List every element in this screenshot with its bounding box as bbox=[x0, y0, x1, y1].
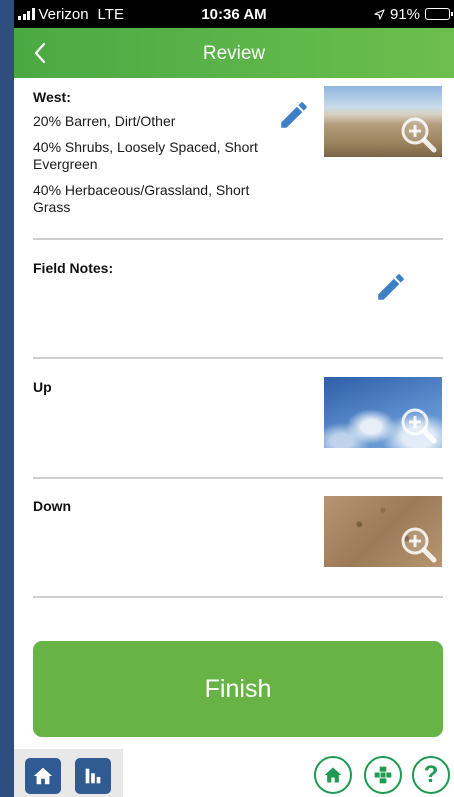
west-line-3: 40% Herbaceous/Grassland, Short Grass bbox=[33, 182, 250, 215]
status-right: 91% bbox=[374, 5, 453, 23]
bottom-toolbar-left bbox=[14, 749, 123, 797]
status-bar: Verizon LTE 10:36 AM 91% bbox=[14, 0, 454, 28]
pencil-icon bbox=[281, 102, 307, 128]
edit-field-notes-button[interactable] bbox=[374, 270, 408, 304]
zoom-in-icon bbox=[401, 527, 437, 563]
zoom-in-icon bbox=[401, 408, 437, 444]
home-icon bbox=[33, 767, 53, 785]
edit-west-button[interactable] bbox=[277, 98, 311, 132]
up-photo-thumbnail[interactable] bbox=[324, 377, 442, 448]
west-photo-thumbnail[interactable] bbox=[324, 86, 442, 157]
grid-icon bbox=[374, 766, 392, 784]
home-icon bbox=[324, 767, 342, 783]
battery-icon bbox=[425, 8, 453, 20]
page-title: Review bbox=[202, 43, 266, 64]
question-mark-icon: ? bbox=[423, 761, 439, 788]
down-photo-thumbnail[interactable] bbox=[324, 496, 442, 567]
divider-1 bbox=[33, 238, 443, 240]
nav-bar: Review bbox=[14, 28, 454, 78]
west-line-2: 40% Shrubs, Loosely Spaced, Short Evergr… bbox=[33, 139, 258, 172]
battery-percent: 91% bbox=[389, 5, 420, 23]
finish-button[interactable]: Finish bbox=[33, 641, 443, 737]
divider-2 bbox=[33, 357, 443, 359]
home-round-button[interactable] bbox=[314, 756, 352, 794]
bar-chart-icon bbox=[85, 768, 101, 784]
divider-4 bbox=[33, 596, 443, 598]
grid-round-button[interactable] bbox=[364, 756, 402, 794]
stats-tab-button[interactable] bbox=[75, 758, 111, 794]
home-tab-button[interactable] bbox=[25, 758, 61, 794]
location-arrow-icon bbox=[374, 8, 385, 20]
divider-3 bbox=[33, 477, 443, 479]
west-line-1: 20% Barren, Dirt/Other bbox=[33, 113, 176, 129]
zoom-in-icon bbox=[401, 117, 437, 153]
app-screen: Verizon LTE 10:36 AM 91% Review West: 20… bbox=[14, 0, 454, 797]
help-round-button[interactable]: ? bbox=[412, 756, 450, 794]
pencil-icon bbox=[378, 274, 404, 300]
